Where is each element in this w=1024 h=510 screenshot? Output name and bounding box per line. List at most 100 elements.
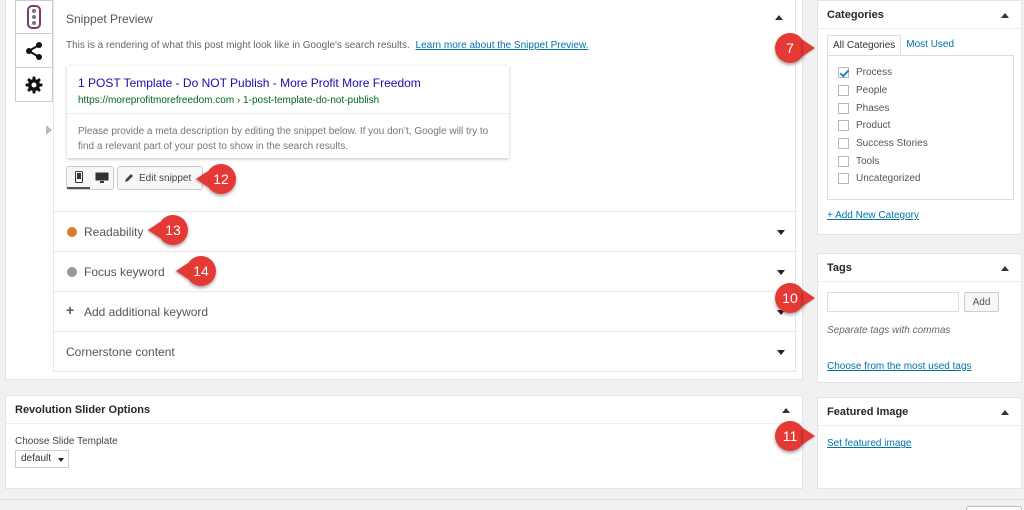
serp-meta-description[interactable]: Please provide a meta description by edi…	[67, 113, 509, 158]
revolution-slider-header[interactable]: Revolution Slider Options	[6, 396, 802, 424]
tags-title: Tags	[827, 262, 852, 274]
tab-most-used[interactable]: Most Used	[901, 35, 959, 55]
category-checkbox[interactable]	[838, 67, 849, 79]
bottom-button[interactable]	[966, 506, 1022, 510]
tag-input[interactable]	[827, 292, 959, 312]
category-label: Product	[856, 120, 891, 132]
chevron-down-icon	[777, 350, 785, 355]
tab-all-categories[interactable]: All Categories	[827, 35, 902, 55]
snippet-preview-header[interactable]: Snippet Preview	[66, 12, 153, 26]
yoast-tab-social[interactable]	[15, 34, 53, 68]
collapse-arrow-icon[interactable]	[1001, 410, 1009, 415]
category-checkbox[interactable]	[838, 155, 849, 167]
category-item[interactable]: Product	[838, 117, 1003, 135]
category-checkbox[interactable]	[838, 138, 849, 150]
device-toggle	[66, 166, 114, 190]
callout-pointer	[803, 428, 815, 444]
additional-keyword-section[interactable]: + Add additional keyword	[54, 291, 797, 331]
category-label: Tools	[856, 155, 880, 167]
desktop-preview-button[interactable]	[90, 167, 113, 189]
cornerstone-content-label: Cornerstone content	[66, 345, 175, 359]
share-icon	[26, 41, 42, 60]
callout-number: 13	[158, 215, 188, 245]
chevron-down-icon	[777, 230, 785, 235]
revolution-slider-panel: Revolution Slider Options Choose Slide T…	[5, 395, 803, 489]
callout-number: 10	[775, 283, 805, 313]
yoast-tab-seo[interactable]	[15, 0, 53, 34]
category-checkbox[interactable]	[838, 173, 849, 185]
add-new-category-link[interactable]: + Add New Category	[827, 210, 919, 221]
focus-keyword-label: Focus keyword	[84, 265, 165, 279]
snippet-preview-description: This is a rendering of what this post mi…	[66, 40, 588, 51]
serp-title[interactable]: 1 POST Template - Do NOT Publish - More …	[78, 76, 421, 90]
callout-marker-13: 13	[148, 215, 188, 245]
category-item[interactable]: People	[838, 82, 1003, 100]
yoast-seo-panel: Snippet Preview This is a rendering of w…	[5, 0, 803, 380]
category-label: People	[856, 85, 888, 97]
serp-arrow-icon	[46, 125, 52, 135]
category-checkbox[interactable]	[838, 85, 849, 97]
callout-marker-10: 10	[775, 283, 815, 313]
edit-snippet-button[interactable]: Edit snippet	[117, 166, 203, 190]
callout-number: 11	[775, 421, 805, 451]
revolution-slider-title: Revolution Slider Options	[15, 404, 151, 416]
focus-keyword-section[interactable]: Focus keyword	[54, 251, 797, 291]
tags-header[interactable]: Tags	[818, 254, 1021, 282]
dropdown-arrow-icon	[58, 458, 64, 462]
desktop-icon	[95, 172, 108, 183]
category-checklist: Process People Phases Product Success St…	[827, 55, 1014, 200]
callout-pointer	[176, 263, 188, 279]
collapse-arrow-icon[interactable]	[782, 408, 790, 413]
category-label: Success Stories	[856, 138, 928, 150]
callout-number: 7	[775, 33, 805, 63]
learn-more-link[interactable]: Learn more about the Snippet Preview.	[416, 40, 589, 51]
featured-image-title: Featured Image	[827, 406, 909, 418]
chevron-down-icon	[777, 270, 785, 275]
add-tag-button[interactable]: Add	[964, 292, 999, 312]
categories-header[interactable]: Categories	[818, 1, 1021, 29]
category-checkbox[interactable]	[838, 120, 849, 132]
set-featured-image-link[interactable]: Set featured image	[827, 438, 912, 449]
mobile-preview-button[interactable]	[67, 167, 90, 189]
readability-status-icon	[67, 227, 77, 237]
plus-icon: +	[66, 302, 75, 318]
gear-icon	[25, 76, 43, 93]
callout-number: 14	[186, 256, 216, 286]
category-item[interactable]: Tools	[838, 152, 1003, 170]
callout-pointer	[803, 290, 815, 306]
traffic-light-icon	[27, 5, 41, 29]
category-item[interactable]: Phases	[838, 99, 1003, 117]
cornerstone-content-section[interactable]: Cornerstone content	[54, 331, 797, 371]
category-checkbox[interactable]	[838, 102, 849, 114]
category-item[interactable]: Uncategorized	[838, 170, 1003, 188]
collapse-arrow-icon[interactable]	[1001, 266, 1009, 271]
callout-marker-14: 14	[176, 256, 216, 286]
yoast-side-tabs	[15, 0, 53, 102]
categories-title: Categories	[827, 9, 884, 21]
category-item[interactable]: Process	[838, 64, 1003, 82]
slide-template-label: Choose Slide Template	[15, 436, 118, 447]
mobile-icon	[74, 171, 83, 183]
serp-preview-card[interactable]: 1 POST Template - Do NOT Publish - More …	[67, 66, 509, 158]
yoast-tab-advanced[interactable]	[15, 68, 53, 102]
collapse-arrow-icon[interactable]	[1001, 13, 1009, 18]
slide-template-select[interactable]: default	[15, 450, 69, 468]
category-label: Uncategorized	[856, 173, 921, 185]
tag-hint-text: Separate tags with commas	[827, 325, 951, 336]
collapse-arrow-icon[interactable]	[775, 15, 783, 20]
choose-most-used-tags-link[interactable]: Choose from the most used tags	[827, 361, 972, 372]
tags-panel: Tags Add Separate tags with commas Choos…	[817, 253, 1022, 383]
snippet-description-text: This is a rendering of what this post mi…	[66, 40, 410, 51]
yoast-main-content: Snippet Preview This is a rendering of w…	[46, 0, 797, 372]
callout-pointer	[148, 222, 160, 238]
readability-label: Readability	[84, 225, 144, 239]
featured-image-panel: Featured Image Set featured image	[817, 397, 1022, 489]
callout-marker-7: 7	[775, 33, 815, 63]
callout-pointer	[196, 171, 208, 187]
featured-image-header[interactable]: Featured Image	[818, 398, 1021, 426]
edit-snippet-label: Edit snippet	[139, 172, 192, 184]
category-item[interactable]: Success Stories	[838, 135, 1003, 153]
callout-marker-12: 12	[196, 164, 236, 194]
serp-url[interactable]: https://moreprofitmorefreedom.com › 1-po…	[78, 95, 379, 106]
callout-pointer	[803, 40, 815, 56]
